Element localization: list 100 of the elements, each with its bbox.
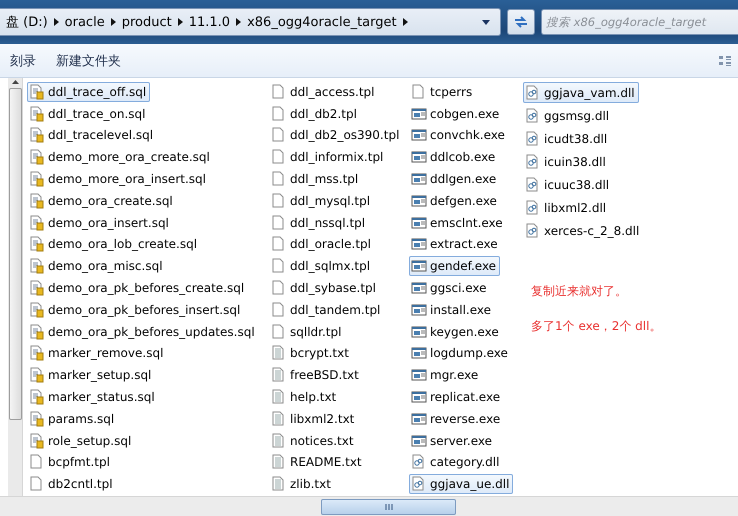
file-item[interactable]: db2cntl.tpl <box>27 474 117 494</box>
file-item[interactable]: demo_ora_pk_befores_updates.sql <box>27 322 259 342</box>
program-icon <box>411 389 427 406</box>
file-item[interactable]: libxml2.txt <box>269 408 358 429</box>
horizontal-scrollbar[interactable] <box>0 496 738 516</box>
chevron-right-icon <box>54 18 59 26</box>
script-file-icon <box>29 302 45 318</box>
script-file-icon <box>29 258 45 274</box>
file-item[interactable]: ddl_informix.tpl <box>269 147 388 168</box>
file-item[interactable]: zlib.txt <box>269 474 335 494</box>
file-item[interactable]: ddl_access.tpl <box>269 82 378 102</box>
file-item[interactable]: ddl_tandem.tpl <box>269 300 384 320</box>
dropdown-icon[interactable] <box>482 20 490 24</box>
file-item[interactable]: tcperrs <box>409 82 476 102</box>
view-options-icon[interactable] <box>718 54 732 66</box>
breadcrumb[interactable]: oracle <box>58 14 111 30</box>
script-file-icon <box>29 367 45 384</box>
file-item[interactable]: demo_ora_lob_create.sql <box>27 234 202 254</box>
file-item[interactable]: ggsci.exe <box>409 278 491 298</box>
breadcrumb[interactable]: x86_ogg4oracle_target <box>241 14 403 30</box>
file-item[interactable]: demo_ora_misc.sql <box>27 256 167 276</box>
file-item[interactable]: ddl_mysql.tpl <box>269 190 374 211</box>
address-bar[interactable]: 盘 (D:) oracle product 11.1.0 x86_ogg4oracle_target <box>0 8 501 36</box>
file-item[interactable]: emsclnt.exe <box>409 212 507 233</box>
file-item[interactable]: icuin38.dll <box>523 151 610 172</box>
program-icon <box>411 171 427 188</box>
file-item[interactable]: mgr.exe <box>409 365 482 386</box>
file-item[interactable]: extract.exe <box>409 234 502 254</box>
file-item[interactable]: demo_ora_pk_befores_insert.sql <box>27 300 244 320</box>
file-item[interactable]: logdump.exe <box>409 344 512 364</box>
file-item[interactable]: convchk.exe <box>409 126 509 146</box>
file-item[interactable]: gendef.exe <box>409 256 500 276</box>
file-item[interactable]: cobgen.exe <box>409 104 504 124</box>
file-item[interactable]: ddl_db2.tpl <box>269 104 361 124</box>
script-file-icon <box>29 192 45 209</box>
scroll-up-icon[interactable] <box>12 80 18 84</box>
file-item[interactable]: reverse.exe <box>409 408 504 429</box>
file-item[interactable]: demo_ora_create.sql <box>27 190 177 211</box>
file-item[interactable]: keygen.exe <box>409 322 503 342</box>
file-item[interactable]: install.exe <box>409 300 496 320</box>
file-item[interactable]: sqlldr.tpl <box>269 322 346 342</box>
script-file-icon <box>29 324 45 340</box>
file-item[interactable]: ggsmsg.dll <box>523 105 614 126</box>
file-item[interactable]: role_setup.sql <box>27 430 136 451</box>
file-item[interactable]: freeBSD.txt <box>269 365 363 386</box>
breadcrumb[interactable]: product <box>116 14 178 30</box>
search-field[interactable]: 搜索 x86_ogg4oracle_target <box>541 9 738 35</box>
file-item[interactable]: ggjava_ue.dll <box>409 474 514 494</box>
file-item[interactable]: ddl_sqlmx.tpl <box>269 256 374 276</box>
file-item[interactable]: ggjava_vam.dll <box>523 82 639 103</box>
script-file-icon <box>29 280 45 296</box>
file-item[interactable]: help.txt <box>269 387 340 407</box>
file-item[interactable]: ddlgen.exe <box>409 169 500 189</box>
refresh-button[interactable] <box>507 9 535 35</box>
file-item[interactable]: ddl_trace_on.sql <box>27 104 150 124</box>
program-icon <box>411 367 427 384</box>
file-item[interactable]: server.exe <box>409 430 496 451</box>
program-icon <box>411 410 427 427</box>
file-item[interactable]: marker_remove.sql <box>27 344 168 364</box>
file-item[interactable]: ddl_oracle.tpl <box>269 234 375 254</box>
file-item[interactable]: ddl_db2_os390.tpl <box>269 126 404 146</box>
file-item[interactable]: category.dll <box>409 452 504 472</box>
file-item[interactable]: ddl_trace_off.sql <box>27 82 150 102</box>
file-item[interactable]: params.sql <box>27 408 118 429</box>
annotation-text: 多了1个 exe，2个 dll。 <box>531 318 662 335</box>
program-icon <box>411 214 427 231</box>
file-item[interactable]: ddl_sybase.tpl <box>269 278 380 298</box>
breadcrumb[interactable]: 11.1.0 <box>182 14 236 30</box>
file-item[interactable]: marker_setup.sql <box>27 365 156 386</box>
file-item[interactable]: libxml2.dll <box>523 197 610 218</box>
script-file-icon <box>29 84 45 100</box>
breadcrumb[interactable]: 盘 (D:) <box>0 13 54 31</box>
file-item[interactable]: replicat.exe <box>409 387 504 407</box>
file-item[interactable]: README.txt <box>269 452 366 472</box>
program-icon <box>411 280 427 296</box>
program-icon <box>411 324 427 340</box>
file-item[interactable]: icudt38.dll <box>523 128 612 149</box>
program-icon <box>411 192 427 209</box>
program-icon <box>411 302 427 318</box>
file-item[interactable]: defgen.exe <box>409 190 501 211</box>
file-item[interactable]: bcrypt.txt <box>269 344 353 364</box>
file-item[interactable]: bcpfmt.tpl <box>27 452 114 472</box>
file-item[interactable]: demo_more_ora_insert.sql <box>27 169 210 189</box>
file-item[interactable]: demo_ora_insert.sql <box>27 212 173 233</box>
file-item[interactable]: notices.txt <box>269 430 358 451</box>
file-item[interactable]: icuuc38.dll <box>523 174 614 195</box>
program-icon <box>411 258 427 274</box>
toolbar-button[interactable]: 新建文件夹 <box>50 48 127 72</box>
file-item[interactable]: ddl_nssql.tpl <box>269 212 370 233</box>
toolbar-button[interactable]: 刻录 <box>4 48 42 72</box>
script-file-icon <box>29 171 45 188</box>
scrollbar[interactable] <box>8 78 23 496</box>
file-item[interactable]: ddl_mss.tpl <box>269 169 362 189</box>
file-item[interactable]: demo_ora_pk_befores_create.sql <box>27 278 248 298</box>
file-item[interactable]: marker_status.sql <box>27 387 159 407</box>
file-item[interactable]: ddl_tracelevel.sql <box>27 126 158 146</box>
file-item[interactable]: ddlcob.exe <box>409 147 500 168</box>
script-file-icon <box>29 106 45 122</box>
file-item[interactable]: xerces-c_2_8.dll <box>523 220 644 241</box>
file-item[interactable]: demo_more_ora_create.sql <box>27 147 214 168</box>
